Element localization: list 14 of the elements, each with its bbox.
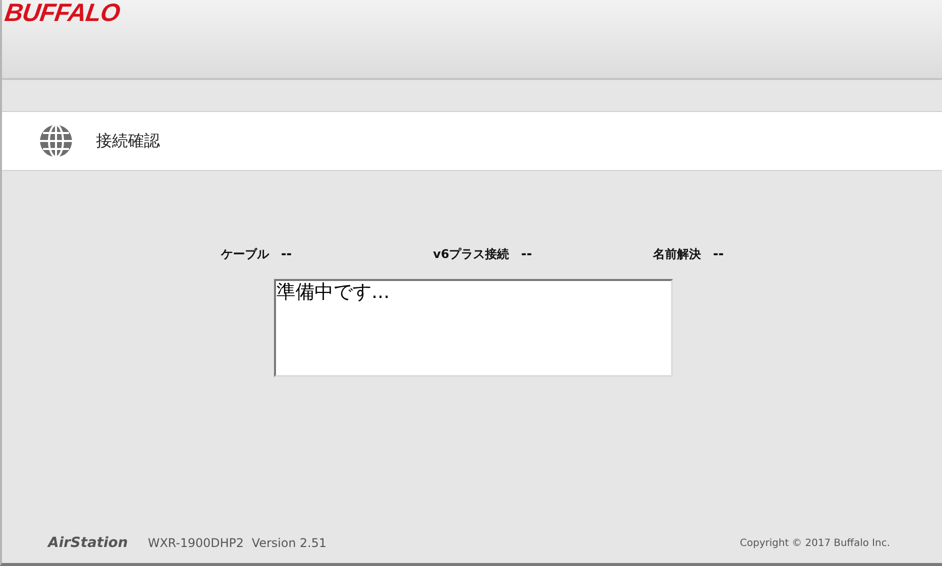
copyright-text: Copyright © 2017 Buffalo Inc. xyxy=(740,538,890,548)
status-value: -- xyxy=(281,247,292,262)
status-value: -- xyxy=(713,247,724,262)
status-label: v6プラス接続 xyxy=(433,246,510,263)
brand-logo: BUFFALO xyxy=(3,0,122,26)
message-box: 準備中です... xyxy=(274,279,672,377)
page-title: 接続確認 xyxy=(96,130,160,152)
globe-icon xyxy=(38,123,74,159)
status-value: -- xyxy=(521,247,532,262)
model-name: WXR-1900DHP2 xyxy=(148,536,244,550)
firmware-version: Version 2.51 xyxy=(252,536,326,550)
status-label: 名前解決 xyxy=(653,246,701,263)
status-label: ケーブル xyxy=(221,246,269,263)
product-logo: AirStation xyxy=(48,535,128,551)
